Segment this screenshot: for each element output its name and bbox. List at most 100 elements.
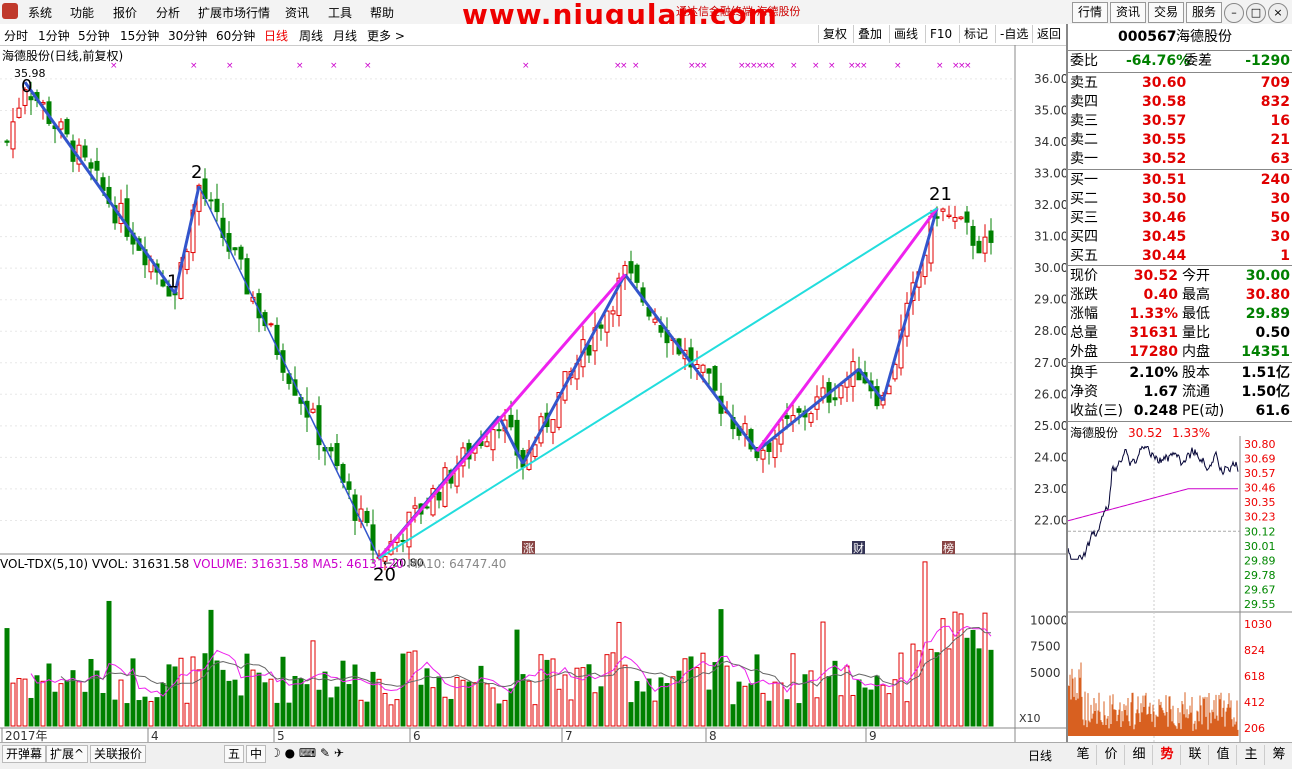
wave-line [198,185,380,559]
stock-name: 海德股份 [1176,29,1232,45]
top-service-button[interactable]: 服务 [1186,2,1222,23]
f10-button[interactable]: F10 [925,25,956,43]
candle-body [964,211,970,223]
candle-body [28,96,34,101]
period-fenshi[interactable]: 分时 [4,27,28,44]
status-tool-icons[interactable]: ☽ ● ⌨ ✎ ✈ [270,746,344,760]
top-trade-button[interactable]: 交易 [1148,2,1184,23]
period-weekly[interactable]: 周线 [299,27,323,44]
volume-bar [910,643,916,727]
mini-price-tick: 30.12 [1244,525,1276,538]
event-marker: × [894,61,902,71]
period-monthly[interactable]: 月线 [333,27,357,44]
volume-bar [346,684,352,727]
menu-help[interactable]: 帮助 [370,4,394,21]
weibi-label: 委比 [1070,53,1098,69]
candle-body [94,160,100,171]
volume-bar [418,684,424,727]
volume-bar [664,683,670,727]
period-30min[interactable]: 30分钟 [168,27,207,44]
menu-system[interactable]: 系统 [28,4,52,21]
menu-tools[interactable]: 工具 [328,4,352,21]
top-news-button[interactable]: 资讯 [1110,2,1146,23]
mini-price-tick: 30.35 [1244,496,1276,509]
period-daily[interactable]: 日线 [264,27,288,44]
stat-label: 涨幅 [1070,306,1098,322]
high-marker: 35.98 [14,67,46,80]
candle-body [424,506,430,509]
volume-bar [316,689,322,727]
candle-body [976,240,982,254]
volume-bar [556,688,562,727]
mini-vol-tick: 412 [1244,696,1265,709]
menu-news[interactable]: 资讯 [285,4,309,21]
period-1min[interactable]: 1分钟 [38,27,70,44]
tab-1[interactable]: 价 [1098,745,1125,765]
sell-price: 30.58 [1142,94,1187,110]
fund-value: 1.50亿 [1241,384,1290,400]
kline-chart[interactable]: 36.00 35.00 34.00 33.00 32.00 31.00 30.00 29.00… [0,45,1066,742]
related-quote-button[interactable]: 关联报价 [90,745,147,763]
volume-bar [850,694,856,727]
menu-function[interactable]: 功能 [70,4,94,21]
five-icon[interactable]: 五 [224,745,245,763]
mini-price-tick: 29.89 [1244,554,1276,567]
volume-bar [238,695,244,727]
tab-3[interactable]: 势 [1154,745,1181,765]
danmu-button[interactable]: 开弹幕 [2,745,47,763]
stat-value: 0.40 [1143,287,1178,303]
volume-bar [172,666,178,727]
volume-bar [478,665,484,727]
event-tag: 榜 [943,541,954,555]
maximize-icon[interactable]: □ [1246,3,1266,23]
menu-ext-market[interactable]: 扩展市场行情 [198,4,270,21]
candle-body [268,323,274,326]
tab-6[interactable]: 主 [1238,745,1265,765]
fuquan-button[interactable]: 复权 [818,25,851,43]
top-quote-button[interactable]: 行情 [1072,2,1108,23]
back-button[interactable]: 返回 [1032,25,1065,43]
volume-bar [304,684,310,727]
chart-title: 海德股份(日线,前复权) [2,49,124,63]
stat-label: 今开 [1182,268,1210,284]
stat-value: 14351 [1241,344,1290,360]
tab-2[interactable]: 细 [1126,745,1153,765]
volume-bar [358,699,364,727]
tab-5[interactable]: 值 [1210,745,1237,765]
draw-line-button[interactable]: 画线 [889,25,922,43]
price-tick: 26.00 [1034,387,1066,401]
candle-body [214,198,220,213]
tab-0[interactable]: 笔 [1070,745,1097,765]
close-icon[interactable]: × [1268,3,1288,23]
volume-bar [442,696,448,727]
vol-tick: 10000 [1030,613,1066,627]
volume-bar [658,677,664,727]
period-5min[interactable]: 5分钟 [78,27,110,44]
zhong-icon[interactable]: 中 [246,745,267,763]
period-15min[interactable]: 15分钟 [120,27,159,44]
fund-label: 收益(三) [1070,403,1123,419]
period-60min[interactable]: 60分钟 [216,27,255,44]
mini-intraday-chart[interactable]: 30.80 30.6930.57 30.4630.35 30.2330.12 30.01… [1068,436,1292,742]
overlay-button[interactable]: 叠加 [853,25,886,43]
mark-button[interactable]: 标记 [959,25,992,43]
mini-price-line [1068,445,1239,561]
candle-body [4,140,10,143]
tab-4[interactable]: 联 [1182,745,1209,765]
candle-body [496,429,502,432]
magenta-trend-line [377,273,627,560]
menu-analysis[interactable]: 分析 [156,4,180,21]
volume-bar [706,689,712,727]
volume-bar [496,703,502,727]
menu-quote[interactable]: 报价 [113,4,137,21]
candle-body [484,441,490,447]
minimize-icon[interactable]: – [1224,3,1244,23]
volume-bar [988,649,994,727]
add-watchlist-button[interactable]: -自选 [995,25,1032,43]
expand-button[interactable]: 扩展^ [46,745,89,763]
period-more[interactable]: 更多 > [367,27,405,44]
event-marker: × [700,61,708,71]
stat-label: 量比 [1182,325,1210,341]
event-marker: × [364,61,372,71]
tab-7[interactable]: 筹 [1266,745,1292,765]
